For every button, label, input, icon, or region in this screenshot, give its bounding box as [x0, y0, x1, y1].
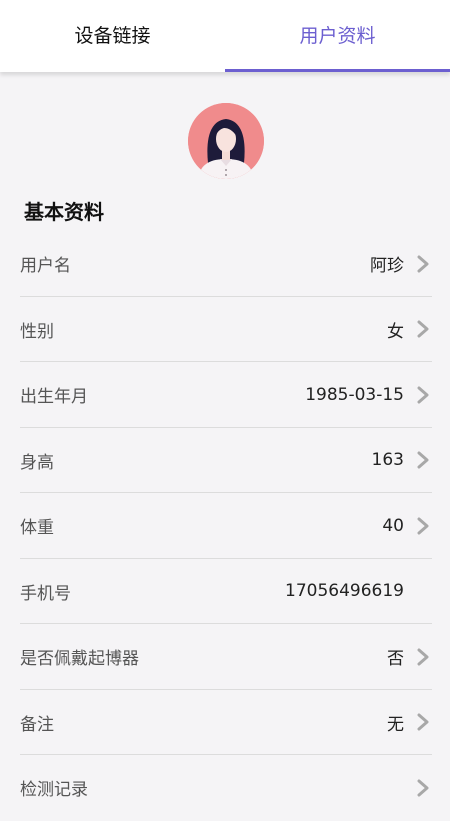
- row-label: 手机号: [20, 583, 71, 604]
- avatar[interactable]: [188, 103, 264, 179]
- tab-user-profile[interactable]: 用户资料: [225, 0, 450, 72]
- row-username[interactable]: 用户名 阿珍: [0, 231, 450, 297]
- chevron-right-icon: [417, 386, 429, 404]
- row-gender[interactable]: 性别 女: [0, 297, 450, 362]
- row-birthdate[interactable]: 出生年月 1985-03-15: [0, 362, 450, 428]
- row-remarks[interactable]: 备注 无: [0, 690, 450, 755]
- row-label: 体重: [20, 518, 54, 539]
- row-test-records[interactable]: 检测记录: [0, 755, 450, 821]
- row-label: 是否佩戴起博器: [20, 649, 139, 670]
- tab-device-link-label: 设备链接: [74, 24, 151, 47]
- row-value: 阿珍: [370, 256, 404, 277]
- row-weight[interactable]: 体重 40: [0, 493, 450, 559]
- row-label: 用户名: [20, 256, 71, 277]
- tab-active-indicator: [225, 69, 450, 72]
- profile-list: 用户名 阿珍 性别 女 出生年月 1985-03-15 身高 163 体重 40…: [0, 231, 450, 821]
- row-value: 无: [387, 714, 404, 735]
- female-avatar-icon: [188, 103, 264, 179]
- tab-device-link[interactable]: 设备链接: [0, 0, 225, 72]
- tab-bar: 设备链接 用户资料: [0, 0, 450, 72]
- row-label: 性别: [20, 321, 54, 342]
- row-pacemaker[interactable]: 是否佩戴起博器 否: [0, 624, 450, 690]
- chevron-right-icon: [417, 713, 429, 731]
- section-title: 基本资料: [24, 200, 104, 224]
- chevron-right-icon: [417, 320, 429, 338]
- row-value: 1985-03-15: [305, 384, 404, 405]
- row-value: 否: [387, 649, 404, 670]
- chevron-right-icon: [417, 779, 429, 797]
- tab-user-profile-label: 用户资料: [299, 24, 376, 47]
- chevron-right-icon: [417, 451, 429, 469]
- row-value: 17056496619: [285, 581, 404, 602]
- row-phone: 手机号 17056496619: [0, 559, 450, 624]
- row-value: 40: [382, 515, 404, 536]
- row-label: 检测记录: [20, 780, 88, 801]
- chevron-right-icon: [417, 517, 429, 535]
- row-value: 女: [387, 321, 404, 342]
- row-height[interactable]: 身高 163: [0, 428, 450, 493]
- row-label: 出生年月: [20, 387, 88, 408]
- chevron-right-icon: [417, 255, 429, 273]
- row-label: 身高: [20, 452, 54, 473]
- row-label: 备注: [20, 714, 54, 735]
- chevron-right-icon: [417, 648, 429, 666]
- row-value: 163: [371, 450, 404, 471]
